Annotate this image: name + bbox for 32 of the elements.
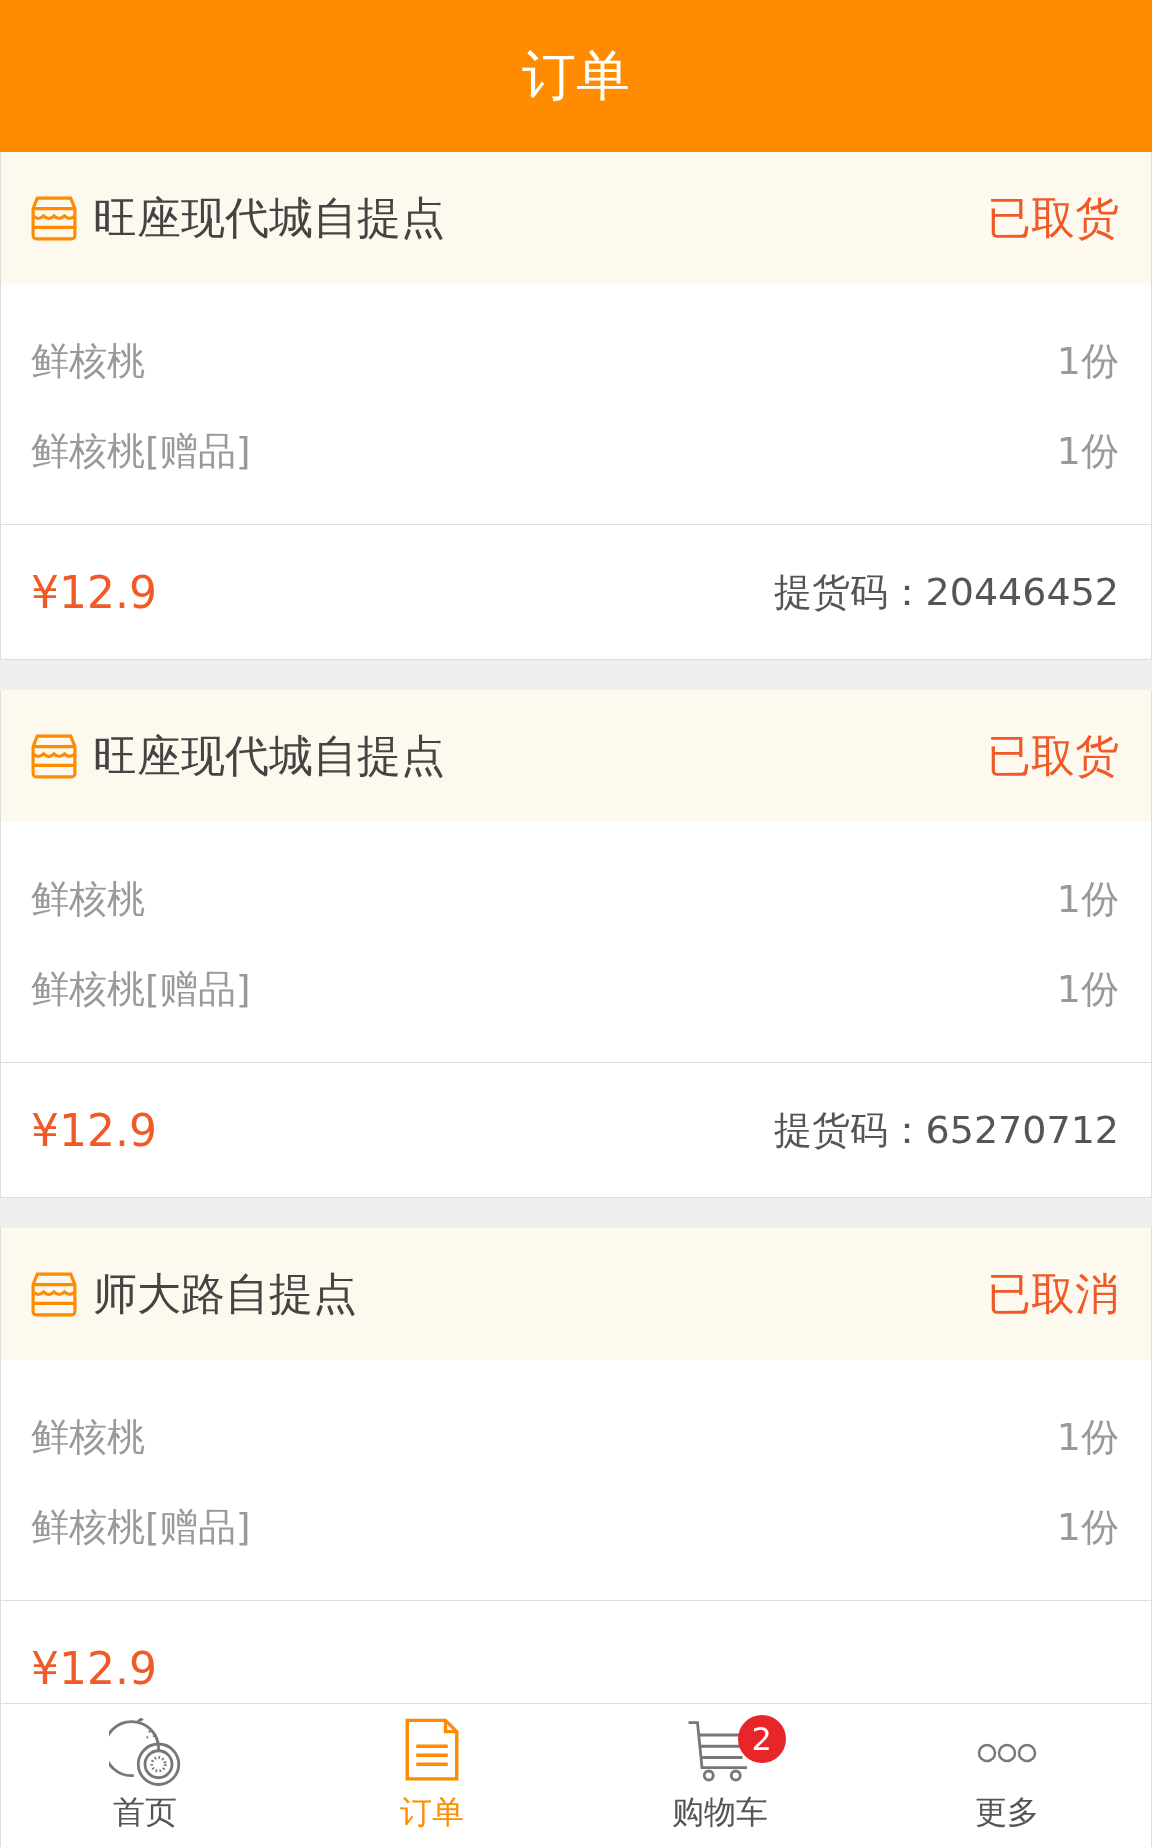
order-price: ¥12.9 [31,1642,157,1694]
store-icon [31,195,77,241]
pickup-code: 提货码：65270712 [773,1106,1119,1154]
item-name: 鲜核桃[赠品] [31,965,251,1013]
order-price: ¥12.9 [31,1104,157,1156]
item-name: 鲜核桃 [31,337,145,385]
order-price: ¥12.9 [31,566,157,618]
store-icon [31,733,77,779]
item-name: 鲜核桃[赠品] [31,1503,251,1551]
item-quantity: 1份 [1056,1503,1119,1551]
order-status: 已取货 [987,190,1119,245]
store-name: 师大路自提点 [93,1266,358,1321]
fruit-icon [108,1716,181,1789]
pickup-code: 提货码：20446452 [773,568,1119,616]
item-quantity: 1份 [1056,427,1119,475]
tab-item[interactable]: 2 购物车 [576,1704,864,1847]
page-title: 订单 [522,42,630,109]
item-quantity: 1份 [1056,1413,1119,1461]
count-badge: 2 [737,1714,786,1763]
store-name: 旺座现代城自提点 [93,190,446,245]
store-name: 旺座现代城自提点 [93,728,446,783]
item-name: 鲜核桃 [31,875,145,923]
order-status: 已取消 [987,1266,1119,1321]
order-status: 已取货 [987,728,1119,783]
item-quantity: 1份 [1056,337,1119,385]
item-name: 鲜核桃 [31,1413,145,1461]
store-icon [31,1271,77,1317]
item-quantity: 1份 [1056,875,1119,923]
item-quantity: 1份 [1056,965,1119,1013]
item-name: 鲜核桃[赠品] [31,427,251,475]
tab-item[interactable]: 更多 [863,1704,1151,1847]
tab-item[interactable]: 首页 [1,1704,289,1847]
